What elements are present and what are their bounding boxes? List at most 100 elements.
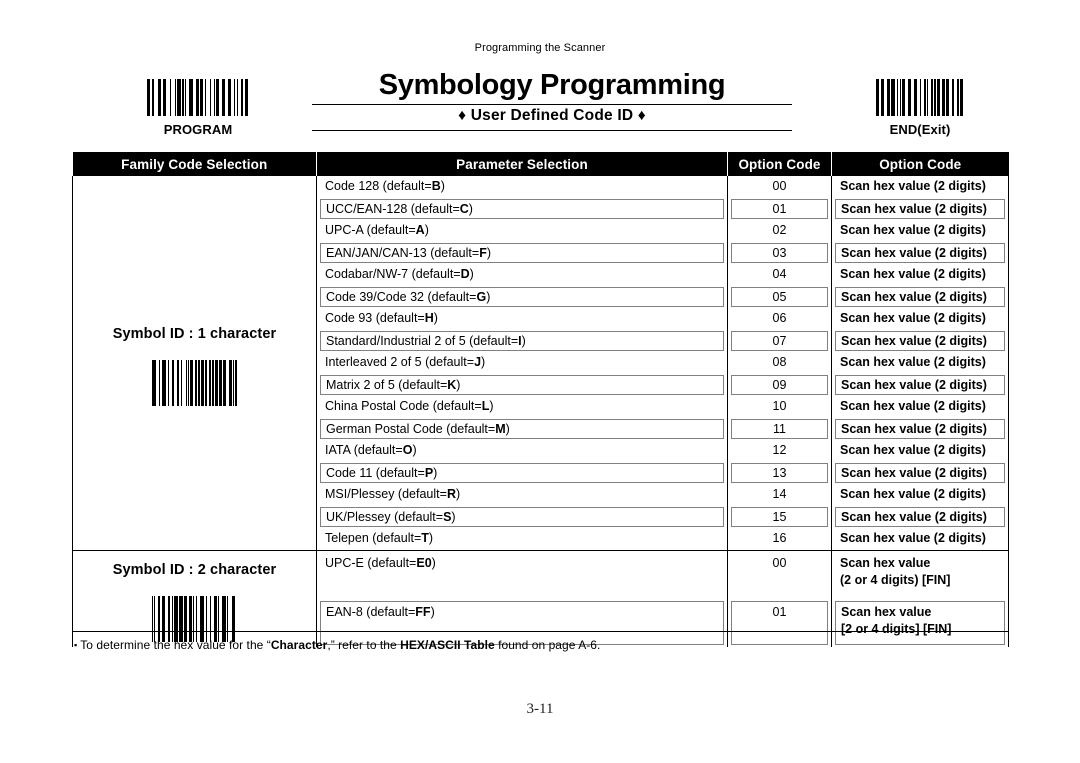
scan-action-cell[interactable]: Scan hex value (2 digits)	[831, 418, 1009, 440]
parameter-selection-cell[interactable]: Code 11 (default=P)	[316, 462, 728, 484]
end-barcode-group[interactable]: END(Exit)	[840, 66, 1000, 137]
option-code-cell: 10	[727, 396, 832, 418]
parameter-selection-cell[interactable]: China Postal Code (default=L)	[316, 396, 728, 418]
barcode-icon	[151, 596, 238, 642]
footnote-text-part3: found on page A-6.	[494, 638, 601, 652]
parameter-label: MSI/Plessey (default=R)	[325, 487, 461, 501]
parameter-selection-cell[interactable]: Telepen (default=T)	[316, 528, 728, 551]
column-header-family-code-selection: Family Code Selection	[72, 152, 317, 176]
table-row: Symbol ID : 2 character UPC-E (default=E0…	[72, 550, 1009, 647]
parameter-selection-cell[interactable]: Matrix 2 of 5 (default=K)	[316, 374, 728, 396]
parameter-selection-cell[interactable]: Codabar/NW-7 (default=D)	[316, 264, 728, 286]
family-title: Symbol ID : 2 character	[112, 562, 277, 578]
scan-action-label: Scan hex value (2 or 4 digits) [FIN]	[835, 553, 1005, 597]
option-code-value: 01	[731, 601, 828, 645]
option-code-cell: 04	[727, 264, 832, 286]
parameter-label: IATA (default=O)	[325, 443, 417, 457]
column-header-option-code-1: Option Code	[727, 152, 832, 176]
scan-action-cell[interactable]: Scan hex value [2 or 4 digits] [FIN]	[831, 599, 1009, 647]
option-code-value: 01	[731, 199, 828, 219]
scan-action-cell[interactable]: Scan hex value (2 or 4 digits) [FIN]	[831, 550, 1009, 599]
scan-action-cell[interactable]: Scan hex value (2 digits)	[831, 506, 1009, 528]
family-barcode-group[interactable]	[73, 583, 316, 642]
scan-action-cell[interactable]: Scan hex value (2 digits)	[831, 330, 1009, 352]
footnote-text-part1: To determine the hex value for the “	[80, 638, 271, 652]
page-title: Symbology Programming	[378, 69, 726, 101]
option-code-cell: 12	[727, 440, 832, 462]
parameter-label: Code 11 (default=P)	[320, 463, 724, 483]
scan-action-cell[interactable]: Scan hex value (2 digits)	[831, 242, 1009, 264]
option-code-cell: 00	[727, 176, 832, 198]
parameter-selection-cell[interactable]: Code 128 (default=B)	[316, 176, 728, 198]
parameter-selection-cell[interactable]: UCC/EAN-128 (default=C)	[316, 198, 728, 220]
end-barcode-label: END(Exit)	[889, 122, 951, 137]
scan-action-label: Scan hex value (2 digits)	[835, 375, 1005, 395]
scan-action-cell[interactable]: Scan hex value (2 digits)	[831, 396, 1009, 418]
option-code-value: 02	[772, 223, 787, 237]
scan-action-line2: (2 or 4 digits) [FIN]	[840, 573, 951, 587]
running-head: Programming the Scanner	[474, 42, 606, 54]
parameter-label: EAN/JAN/CAN-13 (default=F)	[320, 243, 724, 263]
parameter-label: Matrix 2 of 5 (default=K)	[320, 375, 724, 395]
parameter-label: Code 128 (default=B)	[325, 179, 445, 193]
program-barcode-label: PROGRAM	[163, 122, 233, 137]
parameter-label: UPC-E (default=E0)	[325, 556, 436, 570]
scan-action-cell[interactable]: Scan hex value (2 digits)	[831, 308, 1009, 330]
option-code-cell: 11	[727, 418, 832, 440]
parameter-label: UPC-A (default=A)	[325, 223, 429, 237]
parameter-selection-cell[interactable]: Code 93 (default=H)	[316, 308, 728, 330]
scan-action-label: Scan hex value (2 digits)	[840, 443, 986, 457]
parameter-selection-cell[interactable]: Interleaved 2 of 5 (default=J)	[316, 352, 728, 374]
scan-action-cell[interactable]: Scan hex value (2 digits)	[831, 220, 1009, 242]
option-code-value: 07	[731, 331, 828, 351]
scan-action-cell[interactable]: Scan hex value (2 digits)	[831, 352, 1009, 374]
parameter-label: China Postal Code (default=L)	[325, 399, 494, 413]
scan-action-line1: Scan hex value	[840, 556, 931, 570]
parameter-selection-cell[interactable]: EAN/JAN/CAN-13 (default=F)	[316, 242, 728, 264]
parameter-selection-cell[interactable]: Code 39/Code 32 (default=G)	[316, 286, 728, 308]
option-code-cell: 01	[727, 198, 832, 220]
parameter-selection-cell[interactable]: Standard/Industrial 2 of 5 (default=I)	[316, 330, 728, 352]
option-code-value: 12	[772, 443, 787, 457]
option-code-value: 10	[772, 399, 787, 413]
parameter-selection-cell[interactable]: UPC-E (default=E0)	[316, 550, 728, 599]
table-body: Symbol ID : 1 character Code 128 (default…	[72, 176, 1009, 647]
parameter-selection-cell[interactable]: UPC-A (default=A)	[316, 220, 728, 242]
option-code-cell: 13	[727, 462, 832, 484]
parameter-selection-cell[interactable]: MSI/Plessey (default=R)	[316, 484, 728, 506]
option-code-cell: 06	[727, 308, 832, 330]
scan-action-cell[interactable]: Scan hex value (2 digits)	[831, 198, 1009, 220]
footnote-bold-table: HEX/ASCII Table	[400, 638, 495, 652]
table-header-row: Family Code Selection Parameter Selectio…	[72, 152, 1009, 176]
scan-action-cell[interactable]: Scan hex value (2 digits)	[831, 440, 1009, 462]
scan-action-label: Scan hex value (2 digits)	[840, 531, 986, 545]
option-code-value: 15	[731, 507, 828, 527]
family-code-cell: Symbol ID : 1 character	[72, 176, 317, 551]
scan-action-cell[interactable]: Scan hex value (2 digits)	[831, 528, 1009, 551]
scan-action-cell[interactable]: Scan hex value (2 digits)	[831, 176, 1009, 198]
footnote-text-part2: ,” refer to the	[327, 638, 401, 652]
scan-action-cell[interactable]: Scan hex value (2 digits)	[831, 462, 1009, 484]
barcode-icon	[147, 79, 249, 116]
parameter-selection-cell[interactable]: IATA (default=O)	[316, 440, 728, 462]
option-code-cell: 15	[727, 506, 832, 528]
parameter-selection-cell[interactable]: German Postal Code (default=M)	[316, 418, 728, 440]
title-block: Symbology Programming ♦ User Defined Cod…	[312, 68, 792, 131]
option-code-cell: 05	[727, 286, 832, 308]
parameter-selection-cell[interactable]: UK/Plessey (default=S)	[316, 506, 728, 528]
page-subtitle: ♦ User Defined Code ID ♦	[458, 107, 646, 124]
family-barcode-group[interactable]	[73, 347, 316, 406]
scan-action-label: Scan hex value (2 digits)	[835, 287, 1005, 307]
column-header-option-code-2: Option Code	[831, 152, 1009, 176]
scan-action-cell[interactable]: Scan hex value (2 digits)	[831, 484, 1009, 506]
family-code-cell: Symbol ID : 2 character	[72, 550, 317, 647]
scan-action-cell[interactable]: Scan hex value (2 digits)	[831, 374, 1009, 396]
scan-action-cell[interactable]: Scan hex value (2 digits)	[831, 264, 1009, 286]
option-code-cell: 16	[727, 528, 832, 551]
option-code-value: 16	[772, 531, 787, 545]
scan-action-cell[interactable]: Scan hex value (2 digits)	[831, 286, 1009, 308]
option-code-value: 08	[772, 355, 787, 369]
scan-action-label: Scan hex value (2 digits)	[835, 507, 1005, 527]
program-barcode-group[interactable]: PROGRAM	[118, 66, 278, 137]
scan-action-label: Scan hex value (2 digits)	[840, 267, 986, 281]
